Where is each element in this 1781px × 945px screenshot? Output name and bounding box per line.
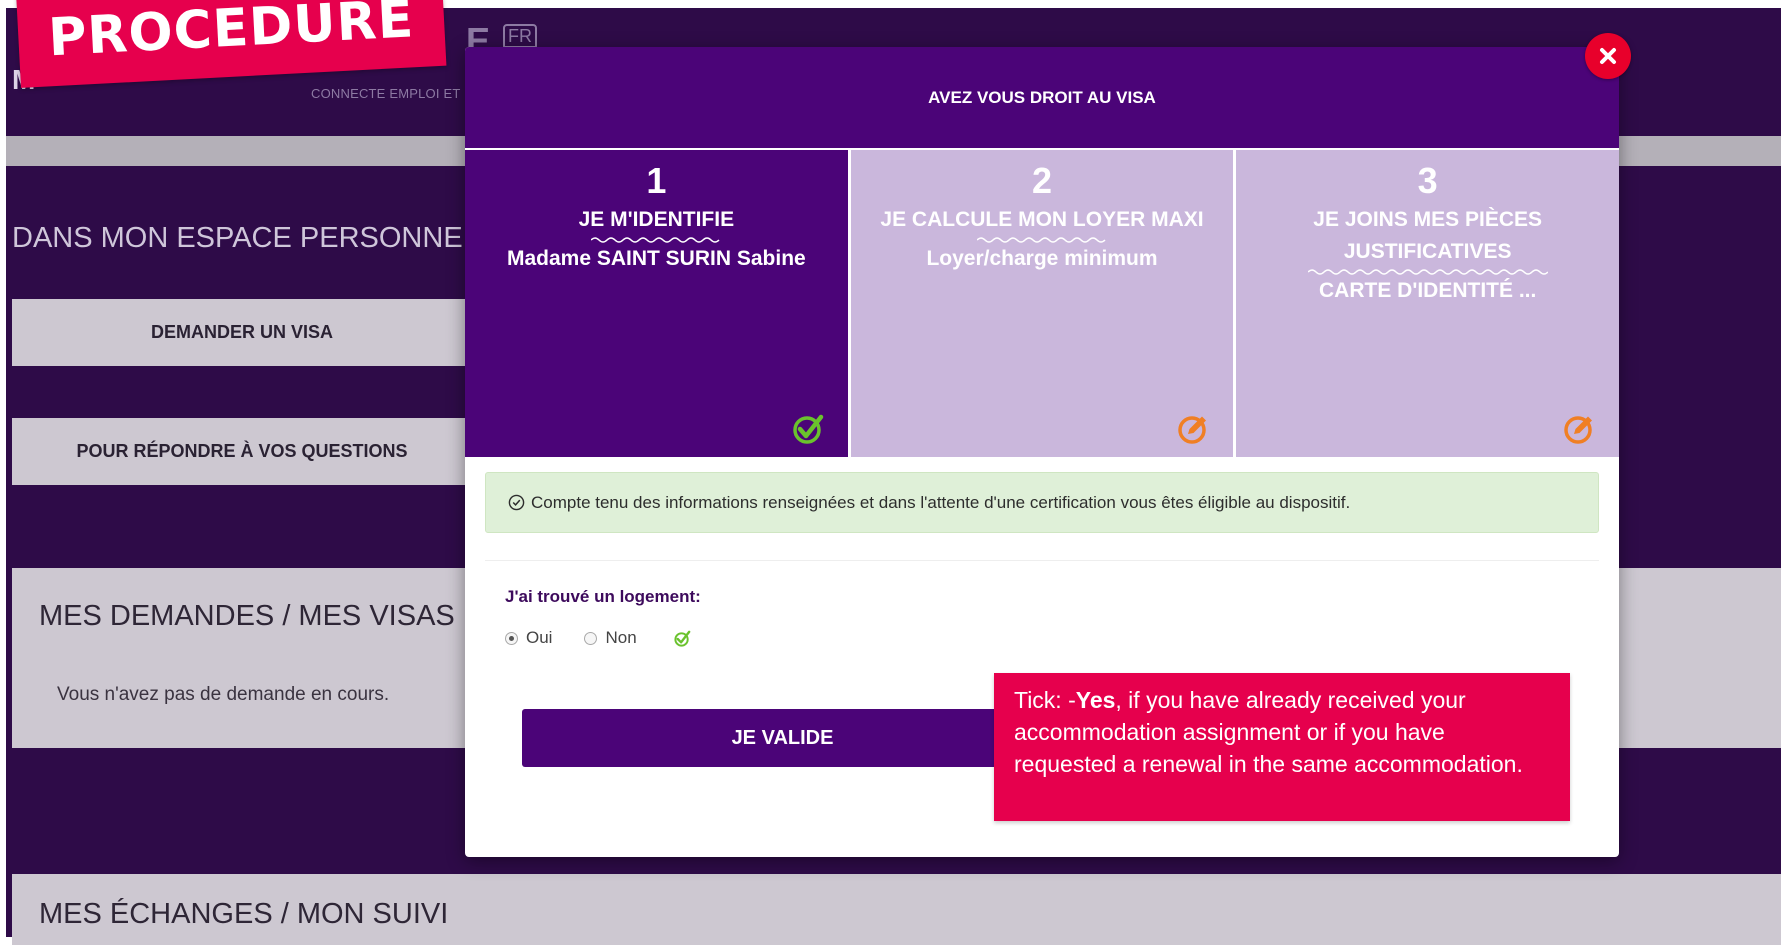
step-number: 2 (1031, 160, 1053, 201)
demandes-empty-text: Vous n'avez pas de demande en cours. (57, 684, 390, 705)
modal-title: AVEZ VOUS DROIT AU VISA (928, 87, 1156, 107)
step-value: Madame SAINT SURIN Sabine (506, 247, 806, 270)
squiggle-divider (977, 237, 1106, 243)
radio-label: Oui (526, 628, 553, 647)
close-button[interactable] (1585, 33, 1631, 79)
callout-prefix: Tick: - (1014, 687, 1076, 713)
modal-header: AVEZ VOUS DROIT AU VISA (465, 47, 1619, 148)
squiggle-divider (591, 237, 720, 243)
step-value: CARTE D'IDENTITÉ ... (1319, 279, 1537, 302)
questions-button[interactable]: POUR RÉPONDRE À VOS QUESTIONS (12, 418, 472, 485)
callout-strong: Yes (1075, 687, 1116, 713)
radio-button[interactable] (584, 631, 598, 645)
divider (485, 560, 1599, 561)
validate-button[interactable]: JE VALIDE (522, 709, 1043, 767)
radio-oui[interactable]: Oui (505, 628, 552, 648)
edit-icon (1564, 416, 1593, 444)
step-title: JE CALCULE MON LOYER MAXI (880, 208, 1204, 231)
request-visa-button[interactable]: DEMANDER UN VISA (12, 299, 472, 366)
demandes-title: MES DEMANDES / MES VISAS (39, 600, 455, 632)
house-fr-icon: FR (503, 24, 537, 48)
step-calculate[interactable]: 2 JE CALCULE MON LOYER MAXI Loyer/charge… (847, 150, 1234, 457)
procedure-label: PROCEDURE (46, 0, 416, 69)
edit-icon (1178, 416, 1207, 444)
check-icon (674, 630, 690, 647)
radio-button[interactable] (505, 631, 518, 645)
radio-non[interactable]: Non (584, 628, 637, 648)
step-documents[interactable]: 3 JE JOINS MES PIÈCES JUSTIFICATIVES CAR… (1233, 150, 1619, 457)
step-number: 1 (646, 160, 667, 201)
step-identify[interactable]: 1 JE M'IDENTIFIE Madame SAINT SURIN Sabi… (465, 150, 848, 457)
squiggle-divider (1307, 269, 1548, 275)
alert-text: Compte tenu des informations renseignées… (531, 492, 1351, 512)
echanges-title: MES ÉCHANGES / MON SUIVI (39, 898, 449, 930)
step-value: Loyer/charge minimum (926, 247, 1158, 270)
section-title: DANS MON ESPACE PERSONNEL (12, 222, 479, 254)
radio-label: Non (605, 628, 637, 647)
echanges-card: MES ÉCHANGES / MON SUIVI (12, 874, 1781, 945)
check-icon (792, 414, 823, 444)
close-icon (1600, 48, 1616, 64)
site-tagline: CONNECTE EMPLOI ET (311, 86, 461, 101)
eligibility-alert: Compte tenu des informations renseignées… (485, 472, 1599, 533)
housing-question-label: J'ai trouvé un logement: (505, 587, 701, 606)
step-title: JE M'IDENTIFIE (578, 208, 735, 231)
step-number: 3 (1417, 160, 1438, 201)
instruction-callout: Tick: -Yes, if you have already received… (994, 673, 1570, 821)
step-title: JE JOINS MES PIÈCES JUSTIFICATIVES (1313, 208, 1543, 263)
check-circle-icon (508, 494, 525, 511)
steps-bar: 1 JE M'IDENTIFIE Madame SAINT SURIN Sabi… (465, 150, 1619, 457)
housing-radio-group: Oui Non (505, 628, 692, 648)
